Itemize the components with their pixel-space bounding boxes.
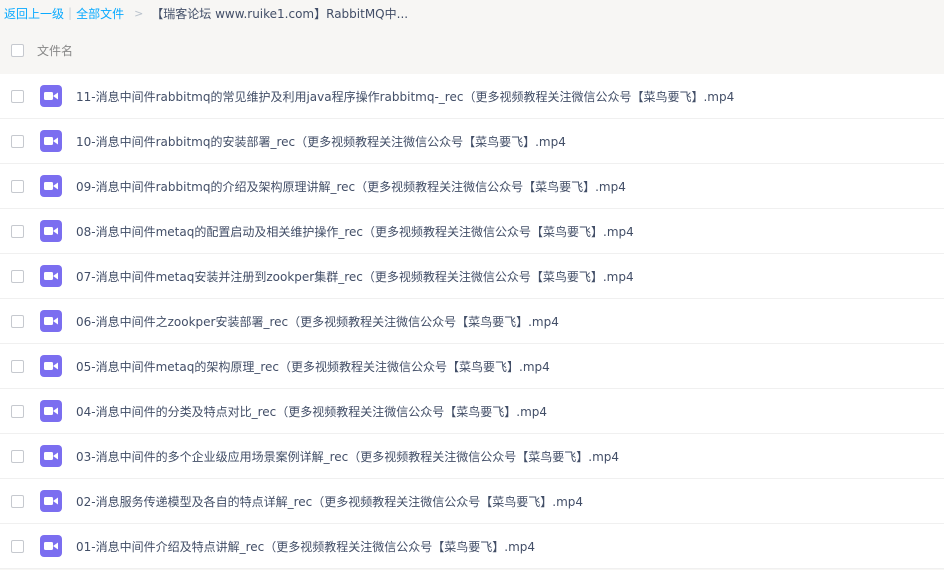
file-checkbox[interactable] bbox=[11, 224, 24, 238]
file-name[interactable]: 07-消息中间件metaq安装并注册到zookper集群_rec（更多视频教程关… bbox=[76, 268, 634, 285]
file-name[interactable]: 11-消息中间件rabbitmq的常见维护及利用java程序操作rabbitmq… bbox=[76, 88, 734, 105]
file-checkbox[interactable] bbox=[11, 359, 24, 373]
file-checkbox[interactable] bbox=[11, 179, 24, 193]
file-name[interactable]: 06-消息中间件之zookper安装部署_rec（更多视频教程关注微信公众号【菜… bbox=[76, 313, 559, 330]
all-files-link[interactable]: 全部文件 bbox=[76, 5, 124, 22]
video-file-icon[interactable] bbox=[40, 310, 62, 332]
breadcrumb: 返回上一级 | 全部文件 > 【瑞客论坛 www.ruike1.com】Rabb… bbox=[0, 0, 944, 26]
select-all-checkbox[interactable] bbox=[11, 43, 24, 57]
file-name[interactable]: 05-消息中间件metaq的架构原理_rec（更多视频教程关注微信公众号【菜鸟要… bbox=[76, 358, 550, 375]
file-checkbox[interactable] bbox=[11, 134, 24, 148]
file-list: 11-消息中间件rabbitmq的常见维护及利用java程序操作rabbitmq… bbox=[0, 74, 944, 569]
column-header-filename[interactable]: 文件名 bbox=[37, 42, 73, 59]
video-file-icon[interactable] bbox=[40, 220, 62, 242]
video-file-icon[interactable] bbox=[40, 490, 62, 512]
file-row[interactable]: 10-消息中间件rabbitmq的安装部署_rec（更多视频教程关注微信公众号【… bbox=[0, 119, 944, 164]
video-file-icon[interactable] bbox=[40, 445, 62, 467]
video-file-icon[interactable] bbox=[40, 265, 62, 287]
file-row[interactable]: 08-消息中间件metaq的配置启动及相关维护操作_rec（更多视频教程关注微信… bbox=[0, 209, 944, 254]
file-checkbox[interactable] bbox=[11, 269, 24, 283]
file-row[interactable]: 11-消息中间件rabbitmq的常见维护及利用java程序操作rabbitmq… bbox=[0, 74, 944, 119]
file-row[interactable]: 02-消息服务传递模型及各自的特点详解_rec（更多视频教程关注微信公众号【菜鸟… bbox=[0, 479, 944, 524]
file-name[interactable]: 09-消息中间件rabbitmq的介绍及架构原理讲解_rec（更多视频教程关注微… bbox=[76, 178, 626, 195]
file-name[interactable]: 01-消息中间件介绍及特点讲解_rec（更多视频教程关注微信公众号【菜鸟要飞】.… bbox=[76, 538, 535, 555]
file-name[interactable]: 03-消息中间件的多个企业级应用场景案例详解_rec（更多视频教程关注微信公众号… bbox=[76, 448, 619, 465]
file-row[interactable]: 06-消息中间件之zookper安装部署_rec（更多视频教程关注微信公众号【菜… bbox=[0, 299, 944, 344]
file-row[interactable]: 03-消息中间件的多个企业级应用场景案例详解_rec（更多视频教程关注微信公众号… bbox=[0, 434, 944, 479]
file-row[interactable]: 07-消息中间件metaq安装并注册到zookper集群_rec（更多视频教程关… bbox=[0, 254, 944, 299]
video-file-icon[interactable] bbox=[40, 130, 62, 152]
video-file-icon[interactable] bbox=[40, 535, 62, 557]
file-name[interactable]: 08-消息中间件metaq的配置启动及相关维护操作_rec（更多视频教程关注微信… bbox=[76, 223, 634, 240]
file-name[interactable]: 02-消息服务传递模型及各自的特点详解_rec（更多视频教程关注微信公众号【菜鸟… bbox=[76, 493, 583, 510]
video-file-icon[interactable] bbox=[40, 85, 62, 107]
file-checkbox[interactable] bbox=[11, 89, 24, 103]
file-row[interactable]: 01-消息中间件介绍及特点讲解_rec（更多视频教程关注微信公众号【菜鸟要飞】.… bbox=[0, 524, 944, 569]
file-name[interactable]: 10-消息中间件rabbitmq的安装部署_rec（更多视频教程关注微信公众号【… bbox=[76, 133, 566, 150]
back-link[interactable]: 返回上一级 bbox=[4, 5, 64, 22]
video-file-icon[interactable] bbox=[40, 175, 62, 197]
file-row[interactable]: 04-消息中间件的分类及特点对比_rec（更多视频教程关注微信公众号【菜鸟要飞】… bbox=[0, 389, 944, 434]
file-row[interactable]: 09-消息中间件rabbitmq的介绍及架构原理讲解_rec（更多视频教程关注微… bbox=[0, 164, 944, 209]
file-checkbox[interactable] bbox=[11, 404, 24, 418]
video-file-icon[interactable] bbox=[40, 400, 62, 422]
file-checkbox[interactable] bbox=[11, 539, 24, 553]
file-checkbox[interactable] bbox=[11, 314, 24, 328]
current-folder-label: 【瑞客论坛 www.ruike1.com】RabbitMQ中... bbox=[151, 6, 409, 21]
video-file-icon[interactable] bbox=[40, 355, 62, 377]
list-header: 文件名 bbox=[0, 26, 944, 74]
file-checkbox[interactable] bbox=[11, 494, 24, 508]
breadcrumb-arrow-icon: > bbox=[134, 6, 144, 20]
file-name[interactable]: 04-消息中间件的分类及特点对比_rec（更多视频教程关注微信公众号【菜鸟要飞】… bbox=[76, 403, 547, 420]
breadcrumb-divider: | bbox=[68, 6, 73, 20]
file-row[interactable]: 05-消息中间件metaq的架构原理_rec（更多视频教程关注微信公众号【菜鸟要… bbox=[0, 344, 944, 389]
file-checkbox[interactable] bbox=[11, 449, 24, 463]
